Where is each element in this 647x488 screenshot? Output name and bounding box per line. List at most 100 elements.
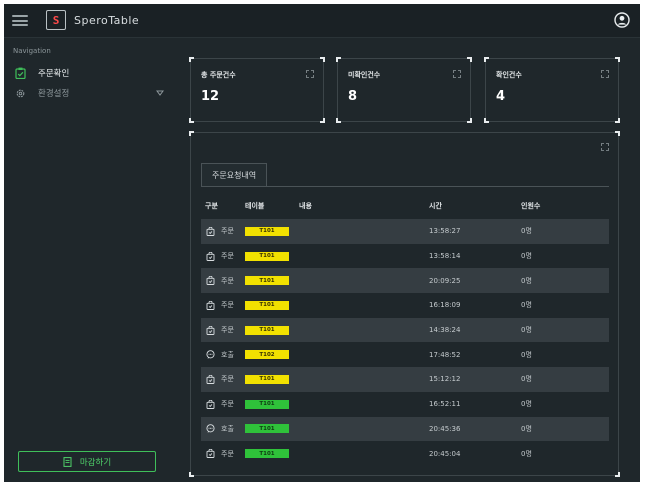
people-cell: 0명 [521, 400, 532, 409]
chat-icon [206, 350, 221, 359]
order-table-body: 주문 T101 13:58:27 0명 주문 T101 13:58:14 0명 주문 T101 20… [201, 219, 609, 466]
time-cell: 14:38:24 [429, 326, 461, 335]
column-header: 내용 [299, 202, 312, 210]
table-cell: T101 [245, 367, 289, 392]
bag-icon [206, 226, 221, 236]
people-cell: 0명 [521, 449, 532, 458]
time-cell: 15:12:12 [429, 375, 461, 384]
chat-icon [206, 424, 221, 433]
type-label: 주문 [221, 227, 234, 236]
type-label: 주문 [221, 276, 234, 285]
bag-icon [206, 251, 221, 261]
table-row[interactable]: 호출 T101 20:45:36 0명 [201, 416, 609, 442]
table-row[interactable]: 주문 T101 16:18:09 0명 [201, 293, 609, 318]
gear-icon [14, 87, 26, 99]
type-cell: 주문 [206, 268, 234, 293]
type-label: 주문 [221, 252, 234, 261]
stat-value: 12 [201, 89, 220, 104]
bag-icon [206, 300, 221, 310]
type-cell: 주문 [206, 219, 234, 244]
column-header: 시간 [429, 202, 442, 210]
table-badge: T101 [245, 276, 289, 286]
top-bar: S SperoTable [4, 4, 640, 38]
table-row[interactable]: 주문 T101 15:12:12 0명 [201, 367, 609, 392]
type-cell: 호출 [206, 417, 234, 442]
table-cell: T101 [245, 293, 289, 318]
table-row[interactable]: 주문 T101 16:52:11 0명 [201, 392, 609, 417]
table-cell: T101 [245, 318, 289, 343]
tab-order-requests[interactable]: 주문요청내역 [201, 163, 268, 186]
table-row[interactable]: 호출 T102 17:48:52 0명 [201, 342, 609, 367]
stat-value: 8 [348, 89, 358, 104]
sidebar: Navigation 주문확인 환경설정 마감하기 [4, 39, 174, 482]
user-account-icon[interactable] [614, 12, 630, 28]
table-cell: T101 [245, 268, 289, 293]
expand-icon[interactable] [306, 70, 314, 78]
time-cell: 13:58:14 [429, 252, 461, 261]
stat-card-confirmed: 확인건수 4 [484, 57, 620, 123]
time-cell: 13:58:27 [429, 227, 461, 236]
nav-title: Navigation [13, 47, 51, 55]
close-business-button[interactable]: 마감하기 [18, 451, 156, 472]
bag-icon [206, 325, 221, 335]
type-cell: 주문 [206, 367, 234, 392]
table-row[interactable]: 주문 T101 14:38:24 0명 [201, 317, 609, 343]
sidebar-item-settings[interactable]: 환경설정 [14, 85, 164, 101]
tab-divider [201, 186, 609, 187]
chevron-down-icon [156, 90, 164, 96]
app-title: SperoTable [74, 14, 140, 27]
stat-card-total: 총 주문건수 12 [189, 57, 325, 123]
table-row[interactable]: 주문 T101 13:58:14 0명 [201, 244, 609, 269]
time-cell: 20:45:36 [429, 424, 461, 433]
type-label: 주문 [221, 449, 234, 458]
table-badge: T101 [245, 325, 289, 335]
stat-value: 4 [496, 89, 506, 104]
column-header: 구분 [205, 202, 218, 210]
sidebar-item-label: 환경설정 [38, 89, 70, 99]
expand-icon[interactable] [453, 70, 461, 78]
type-cell: 주문 [206, 244, 234, 269]
logo-letter: S [52, 13, 60, 27]
type-cell: 주문 [206, 318, 234, 343]
time-cell: 20:45:04 [429, 449, 461, 458]
close-business-label: 마감하기 [79, 457, 112, 468]
table-badge: T102 [245, 350, 289, 360]
table-cell: T102 [245, 342, 289, 367]
people-cell: 0명 [521, 227, 532, 236]
table-badge: T101 [245, 251, 289, 261]
table-cell: T101 [245, 392, 289, 417]
type-label: 주문 [221, 326, 234, 335]
type-label: 주문 [221, 400, 234, 409]
logo-icon: S [46, 10, 66, 30]
people-cell: 0명 [521, 276, 532, 285]
time-cell: 20:09:25 [429, 276, 461, 285]
table-cell: T101 [245, 417, 289, 442]
order-list-card: 주문요청내역 구분 테이블 내용 시간 인원수 주문 T101 13:58:27 0명… [189, 131, 620, 477]
type-cell: 호출 [206, 342, 234, 367]
people-cell: 0명 [521, 375, 532, 384]
table-badge: T101 [245, 424, 289, 434]
table-badge: T101 [245, 374, 289, 384]
people-cell: 0명 [521, 350, 532, 359]
table-badge: T101 [245, 226, 289, 236]
table-row[interactable]: 주문 T101 20:09:25 0명 [201, 268, 609, 294]
type-label: 주문 [221, 301, 234, 310]
receipt-icon [63, 456, 72, 467]
table-cell: T101 [245, 219, 289, 244]
people-cell: 0명 [521, 252, 532, 261]
menu-icon[interactable] [12, 15, 28, 26]
expand-icon[interactable] [601, 70, 609, 78]
sidebar-item-label: 주문확인 [38, 69, 70, 79]
type-label: 주문 [221, 375, 234, 384]
clipboard-check-icon [14, 67, 26, 79]
table-badge: T101 [245, 399, 289, 409]
sidebar-item-order-check[interactable]: 주문확인 [14, 65, 69, 81]
stat-label: 총 주문건수 [201, 71, 236, 79]
bag-icon [206, 276, 221, 286]
table-row[interactable]: 주문 T101 13:58:27 0명 [201, 219, 609, 244]
expand-icon[interactable] [601, 143, 609, 151]
people-cell: 0명 [521, 326, 532, 335]
table-row[interactable]: 주문 T101 20:45:04 0명 [201, 441, 609, 466]
type-label: 호출 [221, 424, 234, 433]
column-header: 테이블 [245, 202, 265, 210]
